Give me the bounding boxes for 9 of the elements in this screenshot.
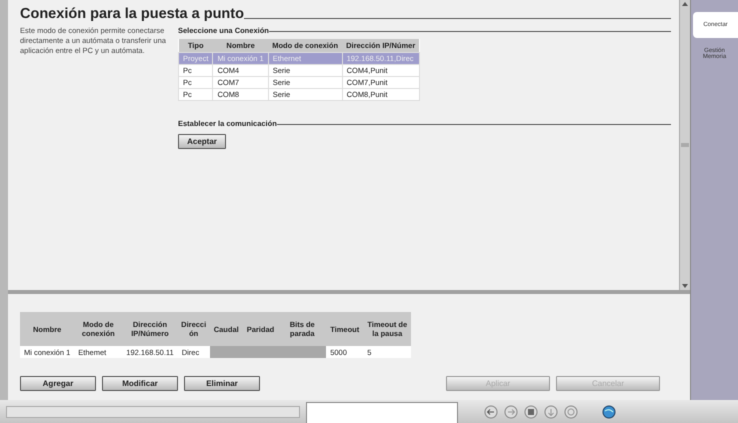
input-field[interactable] xyxy=(306,402,458,423)
accept-button[interactable]: Aceptar xyxy=(178,134,226,149)
page-title: Conexión para la puesta a punto xyxy=(20,6,244,22)
circle-icon[interactable] xyxy=(564,404,578,418)
horizontal-scrollbar[interactable] xyxy=(6,406,300,418)
action-button[interactable]: Modificar xyxy=(102,376,178,391)
scrollbar[interactable] xyxy=(679,0,690,290)
action-button[interactable]: Agregar xyxy=(20,376,96,391)
action-button[interactable]: Eliminar xyxy=(184,376,260,391)
